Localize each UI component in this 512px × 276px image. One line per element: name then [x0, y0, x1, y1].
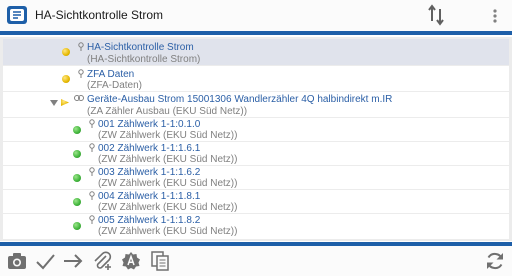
row-title: ZFA Daten [87, 69, 135, 80]
row-title: HA-Sichtkontrolle Strom [87, 42, 194, 53]
row-subtitle: (HA-Sichtkontrolle Strom) [87, 54, 201, 65]
status-yellow-icon [61, 99, 69, 106]
row-title: Geräte-Ausbau Strom 15001306 Wandlerzähl… [87, 94, 393, 105]
auto-badge-icon[interactable] [120, 250, 142, 272]
status-yellow-icon [62, 48, 70, 56]
row-subtitle: (ZW Zählwerk (EKU Süd Netz)) [98, 226, 238, 237]
row-title: 004 Zählwerk 1-1:1.8.1 [98, 191, 201, 202]
row-subtitle: (ZFA-Daten) [87, 80, 143, 91]
tree-row-zaehlwerk-003[interactable]: 003 Zählwerk 1-1:1.6.2 (ZW Zählwerk (EKU… [3, 166, 509, 189]
pin-icon [89, 215, 95, 224]
collapse-arrow-icon[interactable] [50, 100, 58, 106]
arrow-right-icon[interactable] [62, 250, 84, 272]
tree-row-zfa-daten[interactable]: ZFA Daten (ZFA-Daten) [3, 66, 509, 91]
bottom-toolbar [0, 246, 512, 276]
status-green-icon [73, 198, 81, 206]
pin-icon [89, 119, 95, 128]
link-icon [74, 95, 84, 101]
tree-row-zaehlwerk-005[interactable]: 005 Zählwerk 1-1:1.8.2 (ZW Zählwerk (EKU… [3, 214, 509, 239]
pin-icon [89, 167, 95, 176]
pin-icon [89, 191, 95, 200]
pin-icon [78, 69, 84, 78]
page-title: HA-Sichtkontrolle Strom [35, 8, 164, 22]
row-subtitle: (ZW Zählwerk (EKU Süd Netz)) [98, 154, 238, 165]
status-green-icon [73, 174, 81, 182]
sort-arrows-icon[interactable] [426, 4, 446, 26]
app-logo-icon[interactable] [5, 3, 29, 27]
tree-row-zaehlwerk-001[interactable]: 001 Zählwerk 1-1:0.1.0 (ZW Zählwerk (EKU… [3, 118, 509, 141]
header-accent-bar [0, 31, 512, 35]
row-subtitle: (ZA Zähler Ausbau (EKU Süd Netz)) [87, 106, 248, 117]
tree-row-geraete-ausbau[interactable]: Geräte-Ausbau Strom 15001306 Wandlerzähl… [3, 92, 509, 117]
overflow-menu-icon[interactable] [490, 6, 500, 26]
status-green-icon [73, 150, 81, 158]
pin-icon [89, 143, 95, 152]
row-title: 002 Zählwerk 1-1:1.6.1 [98, 143, 201, 154]
tree-list: HA-Sichtkontrolle Strom (HA-Sichtkontrol… [0, 37, 512, 241]
tree-row-zaehlwerk-002[interactable]: 002 Zählwerk 1-1:1.6.1 (ZW Zählwerk (EKU… [3, 142, 509, 165]
row-title: 001 Zählwerk 1-1:0.1.0 [98, 119, 201, 130]
checkmark-icon[interactable] [34, 250, 56, 272]
status-green-icon [73, 222, 81, 230]
pin-icon [78, 42, 84, 51]
copy-document-icon[interactable] [149, 250, 171, 272]
status-yellow-icon [62, 75, 70, 83]
row-title: 003 Zählwerk 1-1:1.6.2 [98, 167, 201, 178]
action-bar: HA-Sichtkontrolle Strom [0, 0, 512, 31]
attachment-icon[interactable] [91, 250, 113, 272]
row-subtitle: (ZW Zählwerk (EKU Süd Netz)) [98, 178, 238, 189]
row-title: 005 Zählwerk 1-1:1.8.2 [98, 215, 201, 226]
tree-row-zaehlwerk-004[interactable]: 004 Zählwerk 1-1:1.8.1 (ZW Zählwerk (EKU… [3, 190, 509, 213]
row-subtitle: (ZW Zählwerk (EKU Süd Netz)) [98, 130, 238, 141]
camera-icon[interactable] [6, 250, 28, 272]
row-subtitle: (ZW Zählwerk (EKU Süd Netz)) [98, 202, 238, 213]
tree-row-ha-sichtkontrolle[interactable]: HA-Sichtkontrolle Strom (HA-Sichtkontrol… [3, 39, 509, 65]
status-green-icon [73, 126, 81, 134]
sync-icon[interactable] [484, 250, 506, 272]
